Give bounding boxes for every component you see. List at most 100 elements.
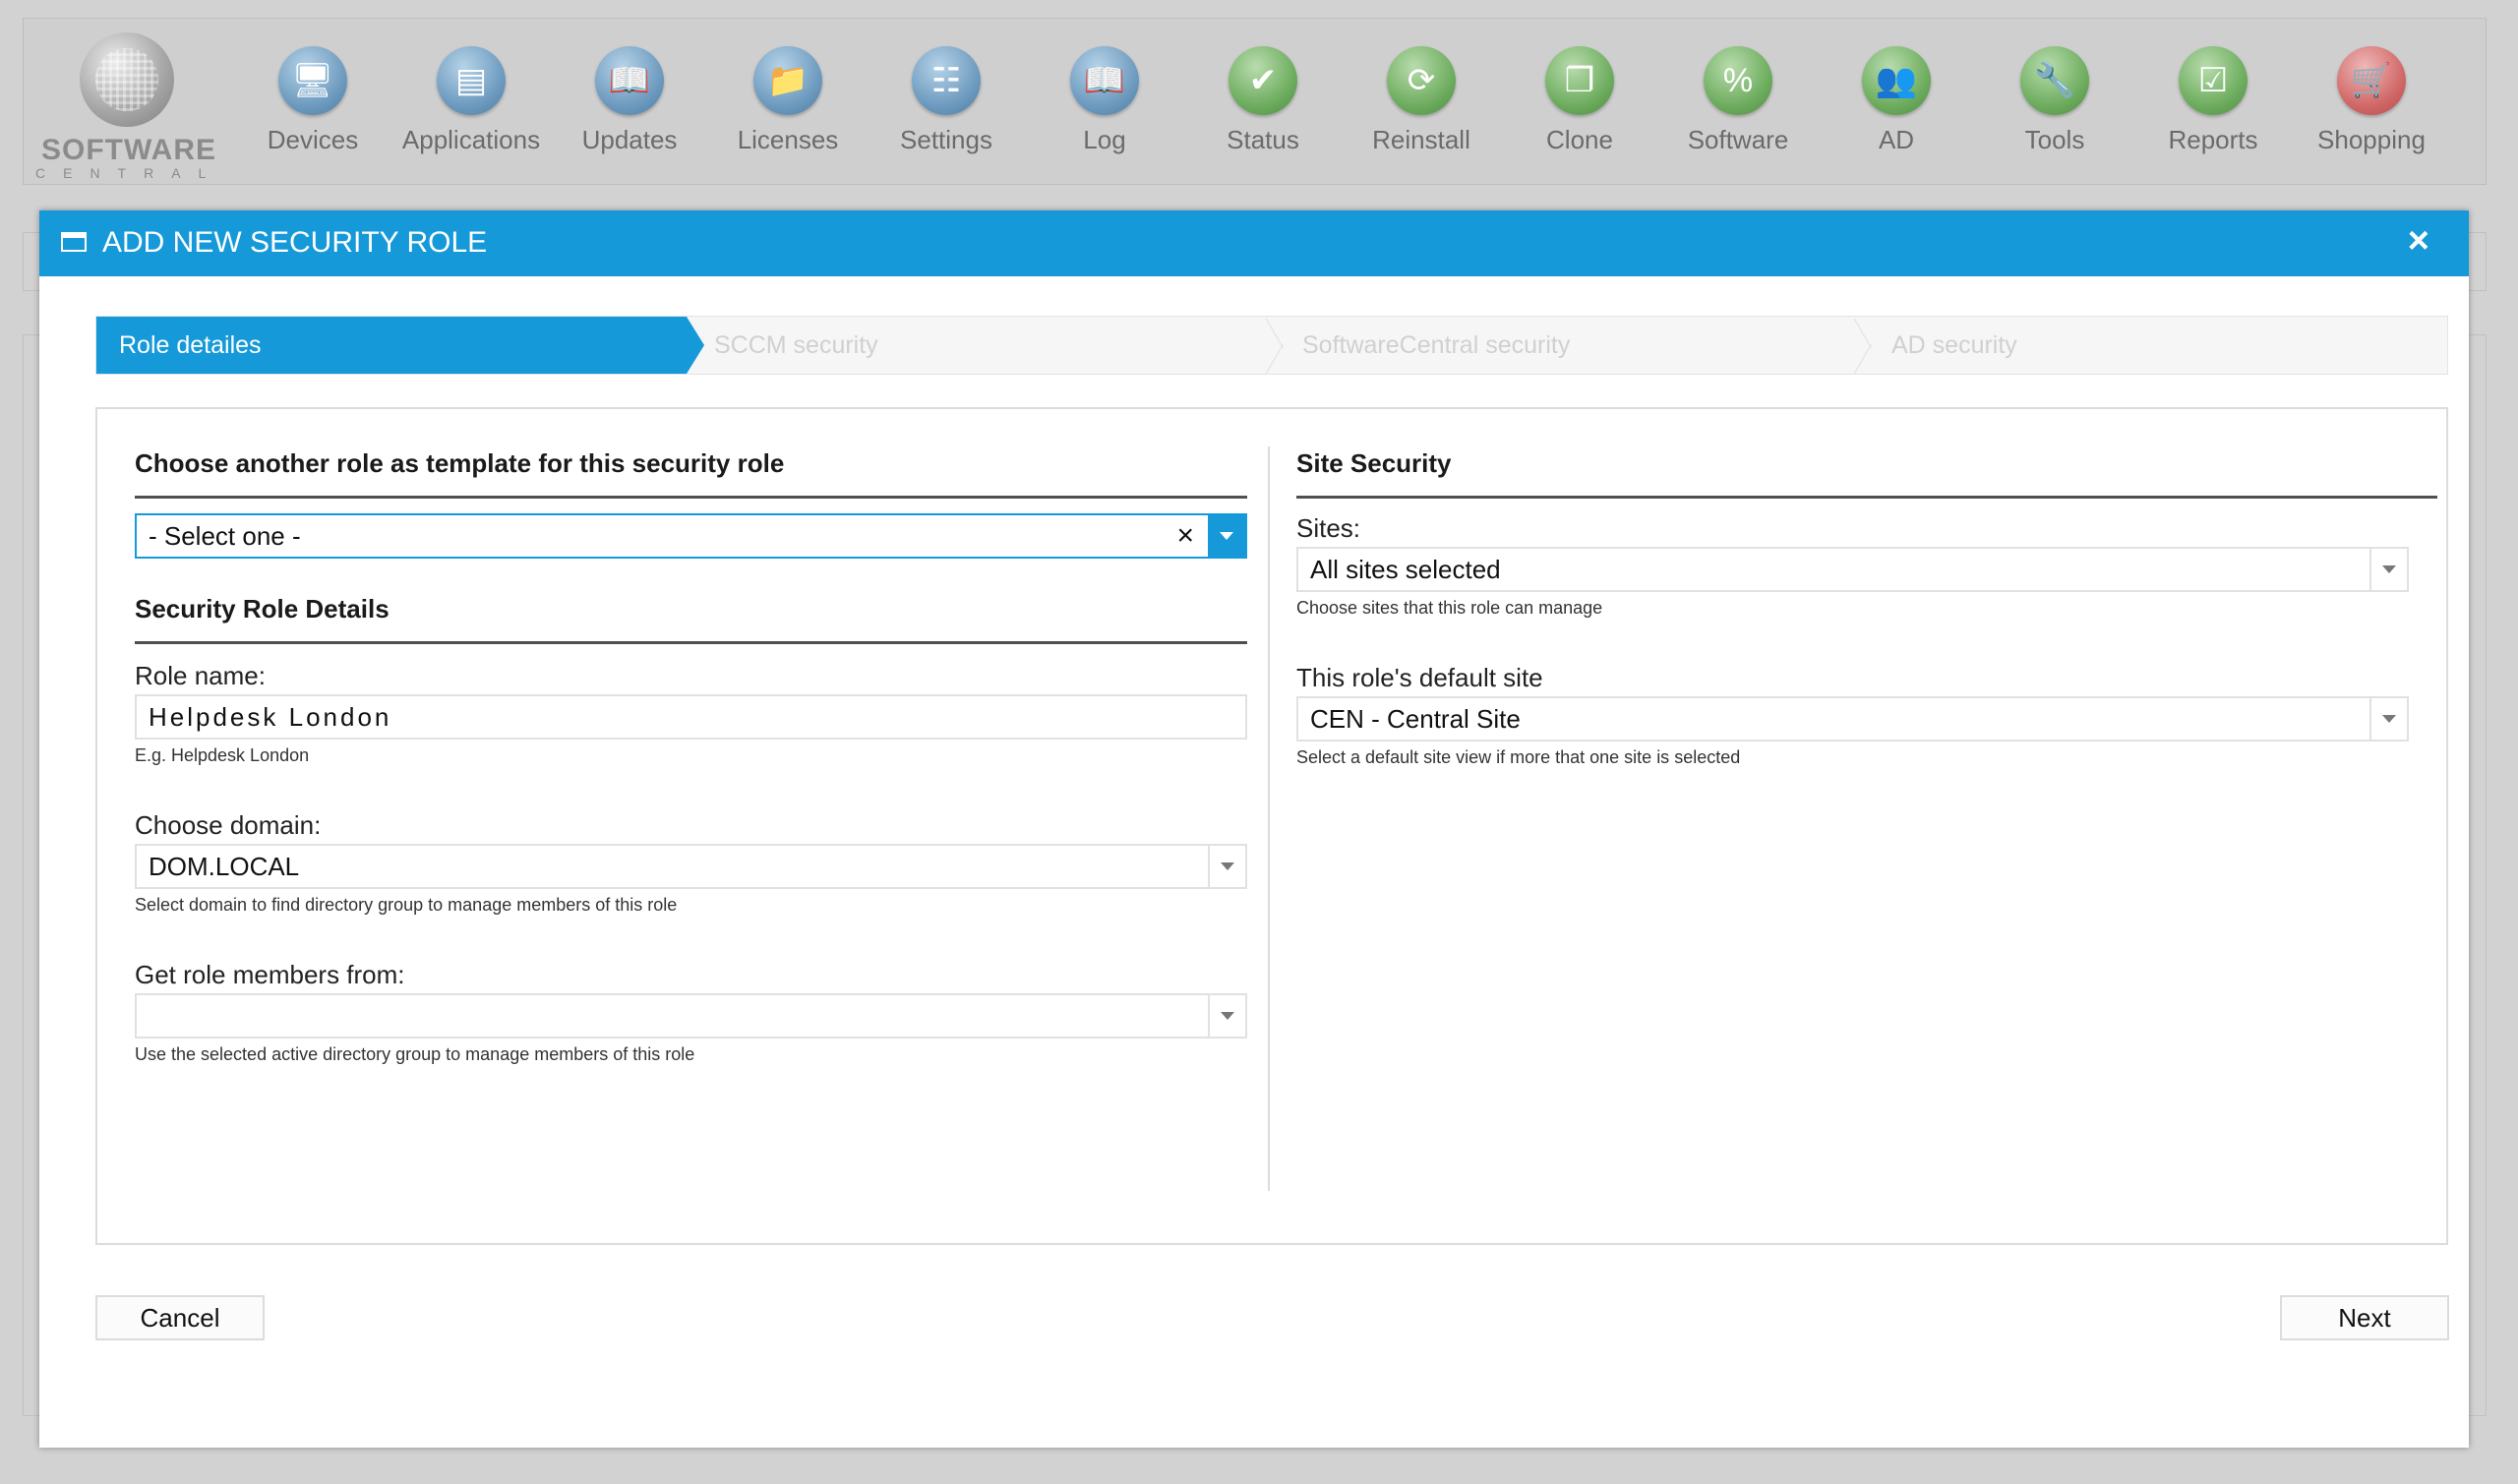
refresh-icon: ⟳ xyxy=(1387,46,1456,115)
section-rule xyxy=(135,641,1247,644)
nav-item-label: Settings xyxy=(900,125,992,154)
nav-item-updates[interactable]: 📖 Updates xyxy=(551,46,708,155)
nav-item-label: Tools xyxy=(2024,125,2085,154)
settings-icon: ☷ xyxy=(912,46,981,115)
users-icon: 👥 xyxy=(1862,46,1931,115)
cancel-button[interactable]: Cancel xyxy=(95,1295,265,1340)
software-central-logo[interactable]: SOFTWARE CENTRAL xyxy=(35,32,224,181)
log-book-icon: 📖 xyxy=(1070,46,1139,115)
role-details-form: Choose another role as template for this… xyxy=(95,407,2448,1245)
step-label: SCCM security xyxy=(714,331,878,359)
chevron-down-icon[interactable] xyxy=(2369,549,2407,590)
add-security-role-dialog: ADD NEW SECURITY ROLE × Role detailes SC… xyxy=(39,210,2469,1448)
role-name-label: Role name: xyxy=(135,661,266,690)
step-sccm-security[interactable]: SCCM security xyxy=(714,317,1265,374)
dialog-title: ADD NEW SECURITY ROLE xyxy=(102,226,488,259)
domain-hint: Select domain to find directory group to… xyxy=(135,895,678,915)
wizard-steps: Role detailes SCCM security SoftwareCent… xyxy=(95,316,2448,375)
default-site-value: CEN - Central Site xyxy=(1310,704,1521,734)
step-label: SoftwareCentral security xyxy=(1302,331,1571,359)
domain-label: Choose domain: xyxy=(135,810,322,840)
book-icon: 📖 xyxy=(595,46,664,115)
chevron-down-icon[interactable] xyxy=(2369,698,2407,740)
step-label: Role detailes xyxy=(119,331,262,359)
step-arrow xyxy=(687,317,704,374)
chevron-down-icon[interactable] xyxy=(1208,995,1245,1037)
nav-item-label: Status xyxy=(1227,125,1299,154)
sites-label: Sites: xyxy=(1296,513,1361,543)
template-role-select[interactable]: - Select one - × xyxy=(135,513,1247,559)
default-site-hint: Select a default site view if more that … xyxy=(1296,747,1741,767)
nav-item-software[interactable]: % Software xyxy=(1659,46,1817,155)
nav-item-label: Shopping xyxy=(2317,125,2426,154)
domain-select[interactable]: DOM.LOCAL xyxy=(135,844,1247,889)
step-separator xyxy=(1853,317,1883,374)
next-button[interactable]: Next xyxy=(2280,1295,2449,1340)
security-role-details-header: Security Role Details xyxy=(135,594,390,623)
template-select-value: - Select one - xyxy=(149,521,301,551)
section-rule xyxy=(135,496,1247,499)
site-security-header: Site Security xyxy=(1296,448,1452,478)
nav-item-label: Log xyxy=(1083,125,1126,154)
step-ad-security[interactable]: AD security xyxy=(1891,317,2423,374)
close-icon[interactable]: × xyxy=(2408,220,2429,263)
nav-item-label: Reports xyxy=(2168,125,2258,154)
folder-icon: 📁 xyxy=(753,46,822,115)
dialog-titlebar: ADD NEW SECURITY ROLE × xyxy=(39,210,2469,276)
nav-item-reports[interactable]: ☑ Reports xyxy=(2134,46,2292,155)
nav-item-label: Applications xyxy=(401,125,541,154)
nav-item-licenses[interactable]: 📁 Licenses xyxy=(709,46,867,155)
nav-item-label: Software xyxy=(1687,125,1789,154)
applications-icon: ▤ xyxy=(437,46,506,115)
step-softwarecentral-security[interactable]: SoftwareCentral security xyxy=(1302,317,1853,374)
nav-item-label: Devices xyxy=(267,125,359,154)
members-label: Get role members from: xyxy=(135,960,405,989)
step-role-details[interactable]: Role detailes xyxy=(96,317,704,374)
domain-select-value: DOM.LOCAL xyxy=(149,852,300,881)
column-divider xyxy=(1268,446,1270,1191)
nav-item-label: AD xyxy=(1878,125,1915,154)
nav-item-devices[interactable]: 🖥 Devices xyxy=(234,46,391,155)
logo-subtext: CENTRAL xyxy=(35,165,224,181)
nav-item-label: Clone xyxy=(1546,125,1613,154)
role-name-hint: E.g. Helpdesk London xyxy=(135,745,310,765)
logo-globe-icon xyxy=(80,32,174,127)
default-site-select[interactable]: CEN - Central Site xyxy=(1296,696,2409,742)
nav-item-label: Reinstall xyxy=(1372,125,1470,154)
percent-icon: % xyxy=(1704,46,1772,115)
default-site-label: This role's default site xyxy=(1296,663,1543,692)
nav-item-tools[interactable]: 🔧 Tools xyxy=(1976,46,2133,155)
nav-item-ad[interactable]: 👥 AD xyxy=(1818,46,1975,155)
members-hint: Use the selected active directory group … xyxy=(135,1044,695,1064)
role-name-input[interactable]: Helpdesk London xyxy=(135,694,1247,740)
logo-text: SOFTWARE xyxy=(41,134,216,166)
sites-select-value: All sites selected xyxy=(1310,555,1501,584)
monitor-icon: 🖥 xyxy=(278,46,347,115)
nav-item-reinstall[interactable]: ⟳ Reinstall xyxy=(1343,46,1500,155)
nav-item-clone[interactable]: ❐ Clone xyxy=(1501,46,1658,155)
section-rule xyxy=(1296,496,2437,499)
step-separator xyxy=(1265,317,1294,374)
nav-item-log[interactable]: 📖 Log xyxy=(1026,46,1183,155)
wrench-icon: 🔧 xyxy=(2020,46,2089,115)
nav-item-settings[interactable]: ☷ Settings xyxy=(868,46,1025,155)
window-icon xyxy=(61,232,87,252)
nav-item-label: Updates xyxy=(581,125,678,154)
top-navigation-bar: SOFTWARE CENTRAL 🖥 Devices ▤ Applications 📖 U… xyxy=(23,18,2487,185)
sites-select[interactable]: All sites selected xyxy=(1296,547,2409,592)
cart-icon: 🛒 xyxy=(2337,46,2406,115)
members-group-select[interactable] xyxy=(135,993,1247,1039)
template-header: Choose another role as template for this… xyxy=(135,448,785,478)
report-check-icon: ☑ xyxy=(2179,46,2248,115)
nav-item-label: Licenses xyxy=(737,125,839,154)
step-label: AD security xyxy=(1891,331,2017,359)
sites-hint: Choose sites that this role can manage xyxy=(1296,598,1603,618)
nav-item-status[interactable]: ✔ Status xyxy=(1184,46,1342,155)
chevron-down-icon[interactable] xyxy=(1208,846,1245,887)
checkmark-icon: ✔ xyxy=(1229,46,1297,115)
nav-item-shopping[interactable]: 🛒 Shopping xyxy=(2293,46,2450,155)
clear-icon[interactable]: × xyxy=(1176,515,1194,557)
chevron-down-icon[interactable] xyxy=(1208,515,1245,557)
nav-item-applications[interactable]: ▤ Applications xyxy=(392,46,550,155)
clone-icon: ❐ xyxy=(1545,46,1614,115)
